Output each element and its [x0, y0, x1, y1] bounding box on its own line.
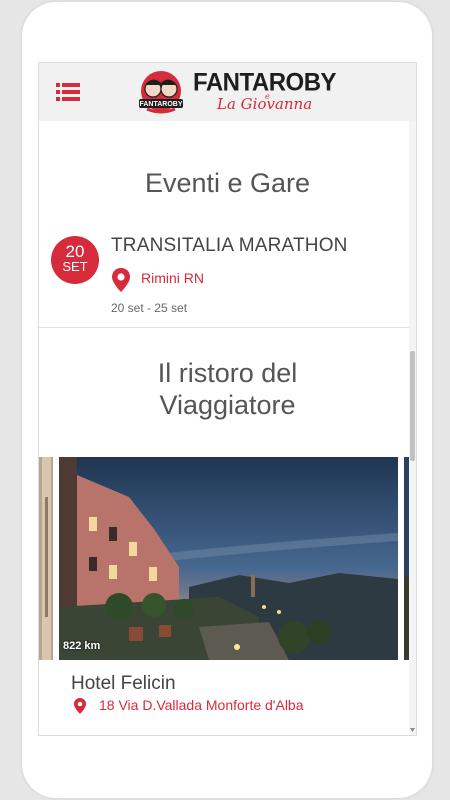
- event-date-month: SET: [62, 259, 88, 274]
- svg-text:FANTAROBY: FANTAROBY: [139, 101, 182, 108]
- hotel-distance: 822 km: [63, 640, 101, 652]
- hamburger-menu-icon[interactable]: [56, 82, 80, 102]
- events-section-title: Eventi e Gare: [144, 168, 311, 198]
- map-pin-icon: [112, 268, 130, 292]
- event-date-range: 20 set - 25 set: [111, 301, 188, 315]
- carousel-previous-slide[interactable]: [39, 457, 53, 660]
- hotel-photo[interactable]: [59, 457, 398, 660]
- ristoro-section-title: Il ristoro del Viaggiatore: [39, 357, 416, 421]
- hotel-name-link[interactable]: Hotel Felicin: [71, 673, 176, 695]
- logo-subtitle: La Giovanna: [217, 95, 313, 113]
- scroll-down-arrow-icon[interactable]: [410, 727, 415, 733]
- event-date-badge: 20 SET: [51, 236, 99, 284]
- ristoro-title-line1: Il ristoro del: [157, 358, 298, 388]
- logo-badge-icon: FANTAROBY: [139, 71, 183, 114]
- event-date-day: 20: [65, 242, 85, 261]
- web-viewport: FANTAROBY FANTAROBY e La Giovanna Eventi…: [38, 62, 417, 736]
- scrollbar-thumb[interactable]: [410, 351, 415, 461]
- site-logo[interactable]: FANTAROBY FANTAROBY e La Giovanna: [135, 67, 337, 119]
- hotel-address: 18 Via D.Vallada Monforte d'Alba: [99, 697, 304, 713]
- map-pin-icon: [74, 698, 86, 714]
- section-divider: [39, 327, 416, 328]
- ristoro-title-line2: Viaggiatore: [159, 390, 296, 420]
- site-header: FANTAROBY FANTAROBY e La Giovanna: [39, 63, 416, 121]
- event-title-link[interactable]: TRANSITALIA MARATHON: [111, 235, 348, 257]
- event-location: Rimini RN: [141, 270, 204, 286]
